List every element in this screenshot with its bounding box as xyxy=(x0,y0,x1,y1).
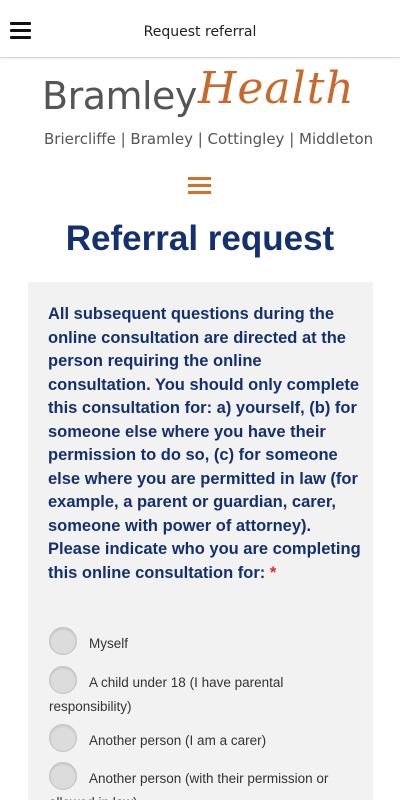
radio-option-carer[interactable]: Another person (I am a carer) xyxy=(49,724,349,754)
radio-option-myself[interactable]: Myself xyxy=(49,627,349,657)
logo-word-health: Health xyxy=(198,63,355,114)
radio-option-child[interactable]: A child under 18 (I have parental respon… xyxy=(49,666,349,716)
radio-option-label: Another person (with their permission or… xyxy=(49,771,329,800)
radio-option-label: Another person (I am a carer) xyxy=(89,733,267,748)
logo-word-bramley: Bramley xyxy=(42,74,197,118)
radio-button[interactable] xyxy=(49,627,77,655)
logo-subtitle: Briercliffe | Bramley | Cottingley | Mid… xyxy=(44,130,374,148)
question-body: All subsequent questions during the onli… xyxy=(48,305,361,582)
page-title: Referral request xyxy=(65,219,335,258)
question-text: All subsequent questions during the onli… xyxy=(48,303,366,585)
radio-option-label: Myself xyxy=(89,636,129,651)
radio-option-permission[interactable]: Another person (with their permission or… xyxy=(49,762,349,800)
required-marker: * xyxy=(269,563,277,582)
radio-button[interactable] xyxy=(49,724,77,752)
app-bar-title: Request referral xyxy=(143,24,257,40)
radio-option-label: A child under 18 (I have parental respon… xyxy=(49,675,284,714)
orange-menu-icon[interactable] xyxy=(188,177,211,196)
question-panel: All subsequent questions during the onli… xyxy=(28,282,373,800)
top-app-bar: Request referral xyxy=(0,0,400,58)
bramley-health-logo: Bramley Health Briercliffe | Bramley | C… xyxy=(40,62,374,154)
